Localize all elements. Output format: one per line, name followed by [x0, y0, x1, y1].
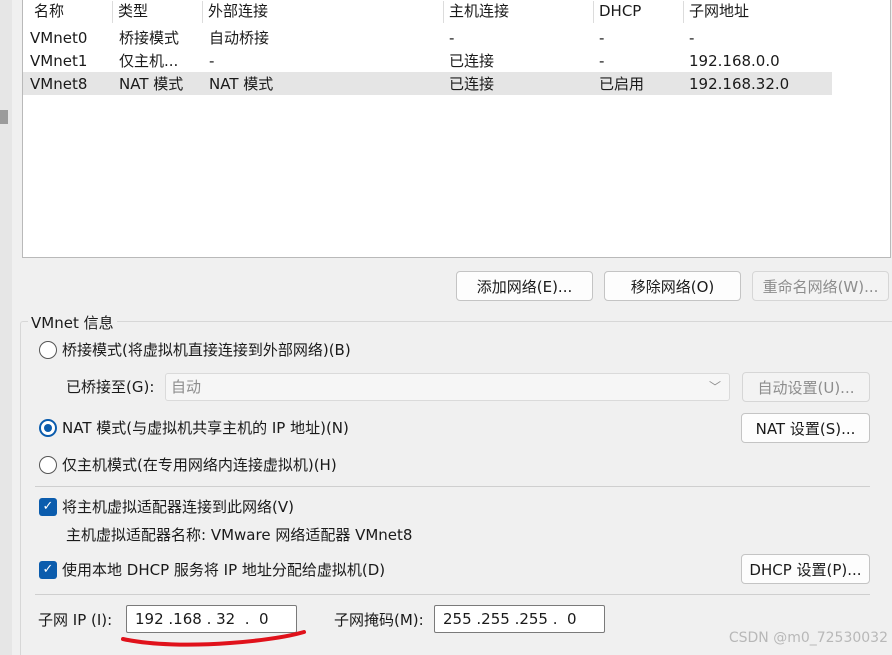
table-row[interactable]: VMnet0 桥接模式 自动桥接 - - -	[23, 26, 834, 49]
cell-external: NAT 模式	[209, 75, 274, 93]
column-header-subnet[interactable]: 子网地址	[683, 1, 749, 23]
dhcp-checkbox[interactable]: ✓	[39, 561, 57, 579]
cell-dhcp: -	[599, 29, 605, 47]
cell-type: 桥接模式	[119, 29, 180, 47]
network-table[interactable]: 名称 类型 外部连接 主机连接 DHCP 子网地址 VMnet0 桥接模式 自动…	[22, 0, 891, 258]
cell-dhcp: -	[599, 52, 605, 70]
divider	[35, 594, 870, 595]
cell-dhcp: 已启用	[599, 75, 645, 93]
subnet-mask-input[interactable]: 255 .255 .255 . 0	[434, 605, 605, 633]
column-header-name[interactable]: 名称	[29, 1, 64, 23]
dhcp-settings-button[interactable]: DHCP 设置(P)...	[741, 554, 870, 584]
watermark: CSDN @m0_72530032	[728, 630, 888, 646]
cell-host: -	[449, 29, 455, 47]
bridge-mode-label[interactable]: 桥接模式(将虚拟机直接连接到外部网络)(B)	[62, 340, 351, 360]
host-only-label[interactable]: 仅主机模式(在专用网络内连接虚拟机)(H)	[62, 455, 337, 475]
remove-network-button[interactable]: 移除网络(O)	[604, 271, 741, 301]
cell-subnet: -	[689, 29, 695, 47]
column-header-type[interactable]: 类型	[112, 1, 148, 23]
table-empty-area	[832, 0, 890, 257]
bridge-mode-radio[interactable]	[39, 341, 57, 359]
add-network-button[interactable]: 添加网络(E)...	[456, 271, 593, 301]
table-row[interactable]: VMnet1 仅主机... - 已连接 - 192.168.0.0	[23, 49, 834, 72]
cell-type: NAT 模式	[119, 75, 184, 93]
red-underline-annotation	[121, 630, 306, 647]
cell-external: -	[209, 52, 215, 70]
rename-network-button[interactable]: 重命名网络(W)...	[752, 271, 889, 301]
host-only-radio[interactable]	[39, 456, 57, 474]
cell-external: 自动桥接	[209, 29, 270, 47]
column-header-dhcp[interactable]: DHCP	[593, 1, 641, 23]
nat-mode-radio[interactable]	[39, 419, 57, 437]
adapter-name-label: 主机虚拟适配器名称: VMware 网络适配器 VMnet8	[66, 526, 413, 544]
column-header-external[interactable]: 外部连接	[202, 1, 268, 23]
connect-adapter-label[interactable]: 将主机虚拟适配器连接到此网络(V)	[62, 497, 294, 517]
table-row-selected[interactable]: VMnet8 NAT 模式 NAT 模式 已连接 已启用 192.168.32.…	[23, 72, 834, 95]
dhcp-label[interactable]: 使用本地 DHCP 服务将 IP 地址分配给虚拟机(D)	[62, 560, 385, 580]
subnet-ip-label: 子网 IP (I):	[38, 611, 113, 629]
chevron-down-icon: ﹀	[708, 380, 721, 394]
check-icon: ✓	[42, 562, 54, 577]
bridged-to-select[interactable]: 自动 ﹀	[165, 373, 730, 401]
edge-mark	[0, 110, 8, 124]
cell-subnet: 192.168.32.0	[689, 75, 790, 93]
group-title: VMnet 信息	[28, 312, 117, 333]
cell-host: 已连接	[449, 75, 495, 93]
nat-settings-button[interactable]: NAT 设置(S)...	[741, 413, 870, 443]
subnet-mask-label: 子网掩码(M):	[334, 611, 424, 629]
cell-name: VMnet8	[30, 75, 88, 93]
auto-settings-button[interactable]: 自动设置(U)...	[742, 372, 870, 402]
check-icon: ✓	[42, 499, 54, 514]
table-header: 名称 类型 外部连接 主机连接 DHCP 子网地址	[23, 0, 834, 23]
bridged-to-value: 自动	[171, 378, 202, 396]
cell-host: 已连接	[449, 52, 495, 70]
divider	[35, 486, 870, 487]
window-left-edge	[0, 0, 12, 655]
connect-adapter-checkbox[interactable]: ✓	[39, 498, 57, 516]
column-header-host[interactable]: 主机连接	[443, 1, 509, 23]
cell-subnet: 192.168.0.0	[689, 52, 780, 70]
bridged-to-label: 已桥接至(G):	[66, 378, 155, 396]
cell-type: 仅主机...	[119, 52, 179, 70]
cell-name: VMnet1	[30, 52, 88, 70]
nat-mode-label[interactable]: NAT 模式(与虚拟机共享主机的 IP 地址)(N)	[62, 418, 349, 438]
cell-name: VMnet0	[30, 29, 88, 47]
